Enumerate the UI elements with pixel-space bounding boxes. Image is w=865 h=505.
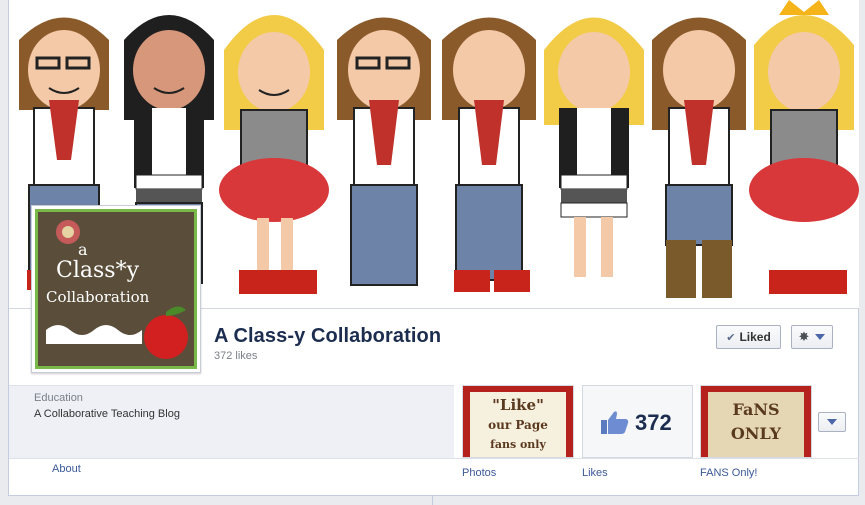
likes-tile-count: 372 bbox=[635, 410, 672, 435]
gear-icon: ✸ bbox=[798, 329, 810, 344]
more-apps-button[interactable] bbox=[818, 412, 846, 432]
profile-logo-line3: Collaboration bbox=[46, 288, 150, 306]
fans-frame: FaNS ONLY bbox=[701, 386, 811, 457]
app-label-likes[interactable]: Likes bbox=[582, 467, 608, 479]
profile-logo-line1: a bbox=[78, 240, 88, 259]
liked-button[interactable]: ✔ Liked bbox=[716, 325, 781, 349]
thumbs-up-icon bbox=[601, 411, 629, 434]
chevron-down-icon bbox=[815, 334, 826, 340]
profile-picture[interactable]: a Class*y Collaboration bbox=[31, 205, 201, 373]
chevron-down-icon bbox=[827, 419, 837, 425]
app-label-photos[interactable]: Photos bbox=[462, 467, 496, 479]
app-tile-fans-only[interactable]: FaNS ONLY bbox=[700, 385, 812, 458]
bottom-divider bbox=[432, 496, 433, 505]
app-tile-photos[interactable]: "Like" our Page fans only bbox=[462, 385, 574, 458]
photos-tile-line3: fans only bbox=[490, 438, 546, 451]
page-category[interactable]: Education bbox=[34, 392, 83, 404]
profile-logo-line2: Class*y bbox=[56, 258, 139, 283]
settings-dropdown-button[interactable]: ✸ bbox=[791, 325, 833, 349]
photos-tile-line2: our Page bbox=[488, 418, 548, 432]
about-link[interactable]: About bbox=[52, 463, 81, 475]
fans-tile-line2: ONLY bbox=[730, 424, 782, 443]
fans-tile-line1: FaNS bbox=[732, 400, 780, 419]
likes-count[interactable]: 372 likes bbox=[214, 350, 257, 362]
photos-tile-line1: "Like" bbox=[492, 396, 544, 414]
page-description: A Collaborative Teaching Blog bbox=[34, 408, 180, 420]
app-label-fans-only[interactable]: FANS Only! bbox=[700, 467, 757, 479]
check-icon: ✔ bbox=[726, 331, 736, 344]
page-title[interactable]: A Class-y Collaboration bbox=[214, 325, 441, 348]
photos-frame: "Like" our Page fans only bbox=[463, 386, 573, 457]
photos-paper: "Like" our Page fans only bbox=[470, 392, 566, 457]
app-tile-likes[interactable]: 372 bbox=[582, 385, 693, 458]
liked-button-label: Liked bbox=[739, 330, 771, 344]
nav-divider bbox=[9, 458, 859, 459]
profile-picture-art: a Class*y Collaboration bbox=[35, 209, 197, 369]
fans-paper: FaNS ONLY bbox=[708, 392, 804, 457]
